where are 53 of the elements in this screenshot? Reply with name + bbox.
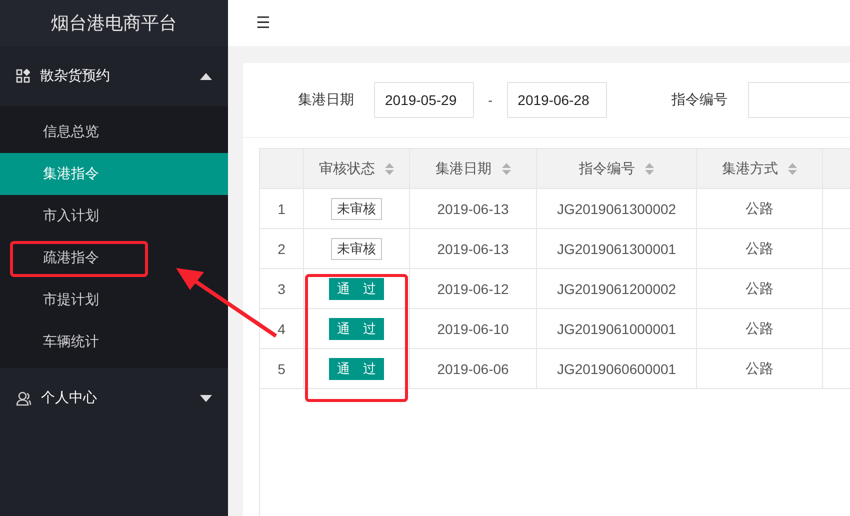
sort-icon[interactable] (788, 162, 797, 174)
sidebar-item[interactable]: 集港指令 (0, 153, 228, 195)
table-cell: JG2019061300002 (537, 188, 697, 228)
table-cell: 2019-06-06 (410, 348, 537, 388)
table-cell: 2019-06-13 (410, 228, 537, 268)
status-tag: 通 过 (329, 358, 384, 380)
table-cell: 2019-06-10 (410, 308, 537, 348)
app-title: 烟台港电商平台 (0, 0, 228, 46)
row-number: 5 (260, 348, 304, 388)
sidebar-item[interactable]: 市入计划 (0, 195, 228, 237)
date-field[interactable]: 2019-05-29 (374, 82, 474, 118)
menu-group[interactable]: 个人中心 (0, 368, 228, 428)
sidebar-item[interactable]: 市提计划 (0, 279, 228, 321)
field-label: 集港日期 (298, 91, 354, 109)
sort-icon[interactable] (385, 162, 394, 174)
grid-icon (16, 69, 30, 83)
table-cell: 2019-06-13 (410, 188, 537, 228)
sort-icon[interactable] (645, 162, 654, 174)
date-field[interactable]: 2019-06-28 (506, 82, 607, 118)
table-cell: 公路 (697, 228, 823, 268)
table-cell: JG2019061300001 (537, 228, 697, 268)
range-separator: - (488, 92, 493, 108)
table-cell: JG2019061200002 (537, 268, 697, 308)
menu-group[interactable]: 散杂货预约 (0, 46, 228, 106)
table-cell: JG2019060600001 (537, 348, 697, 388)
menu-icon[interactable]: ☰ (256, 13, 270, 33)
sidebar-item[interactable]: 信息总览 (0, 111, 228, 153)
column-header[interactable]: 审核状态 (304, 148, 410, 188)
sidebar-item[interactable]: 车辆统计 (0, 321, 228, 363)
column-header[interactable]: 指令编号 (537, 148, 697, 188)
table-cell: 公路 (697, 188, 823, 228)
row-number: 2 (260, 228, 304, 268)
status-tag: 未审核 (331, 238, 382, 260)
table-cell: JG2019061000001 (537, 308, 697, 348)
caret-up-icon (200, 72, 212, 80)
table-cell: 公路 (697, 348, 823, 388)
row-number: 4 (260, 308, 304, 348)
sort-icon[interactable] (502, 162, 510, 174)
sidebar-item[interactable]: 疏港指令 (0, 237, 228, 279)
table-cell: 2019-06-12 (410, 268, 537, 308)
table-cell: 公路 (697, 308, 823, 348)
row-number: 3 (260, 268, 304, 308)
column-header[interactable]: 集港日期 (410, 148, 537, 188)
column-header[interactable]: 集港方式 (697, 148, 823, 188)
input-field[interactable] (748, 82, 850, 118)
row-number: 1 (260, 188, 304, 228)
status-tag: 通 过 (329, 278, 384, 300)
caret-down-icon (200, 394, 212, 402)
table-cell: 公路 (697, 268, 823, 308)
field-label: 指令编号 (672, 91, 728, 109)
status-tag: 未审核 (331, 198, 382, 220)
user-icon (16, 390, 31, 406)
status-tag: 通 过 (329, 318, 384, 340)
